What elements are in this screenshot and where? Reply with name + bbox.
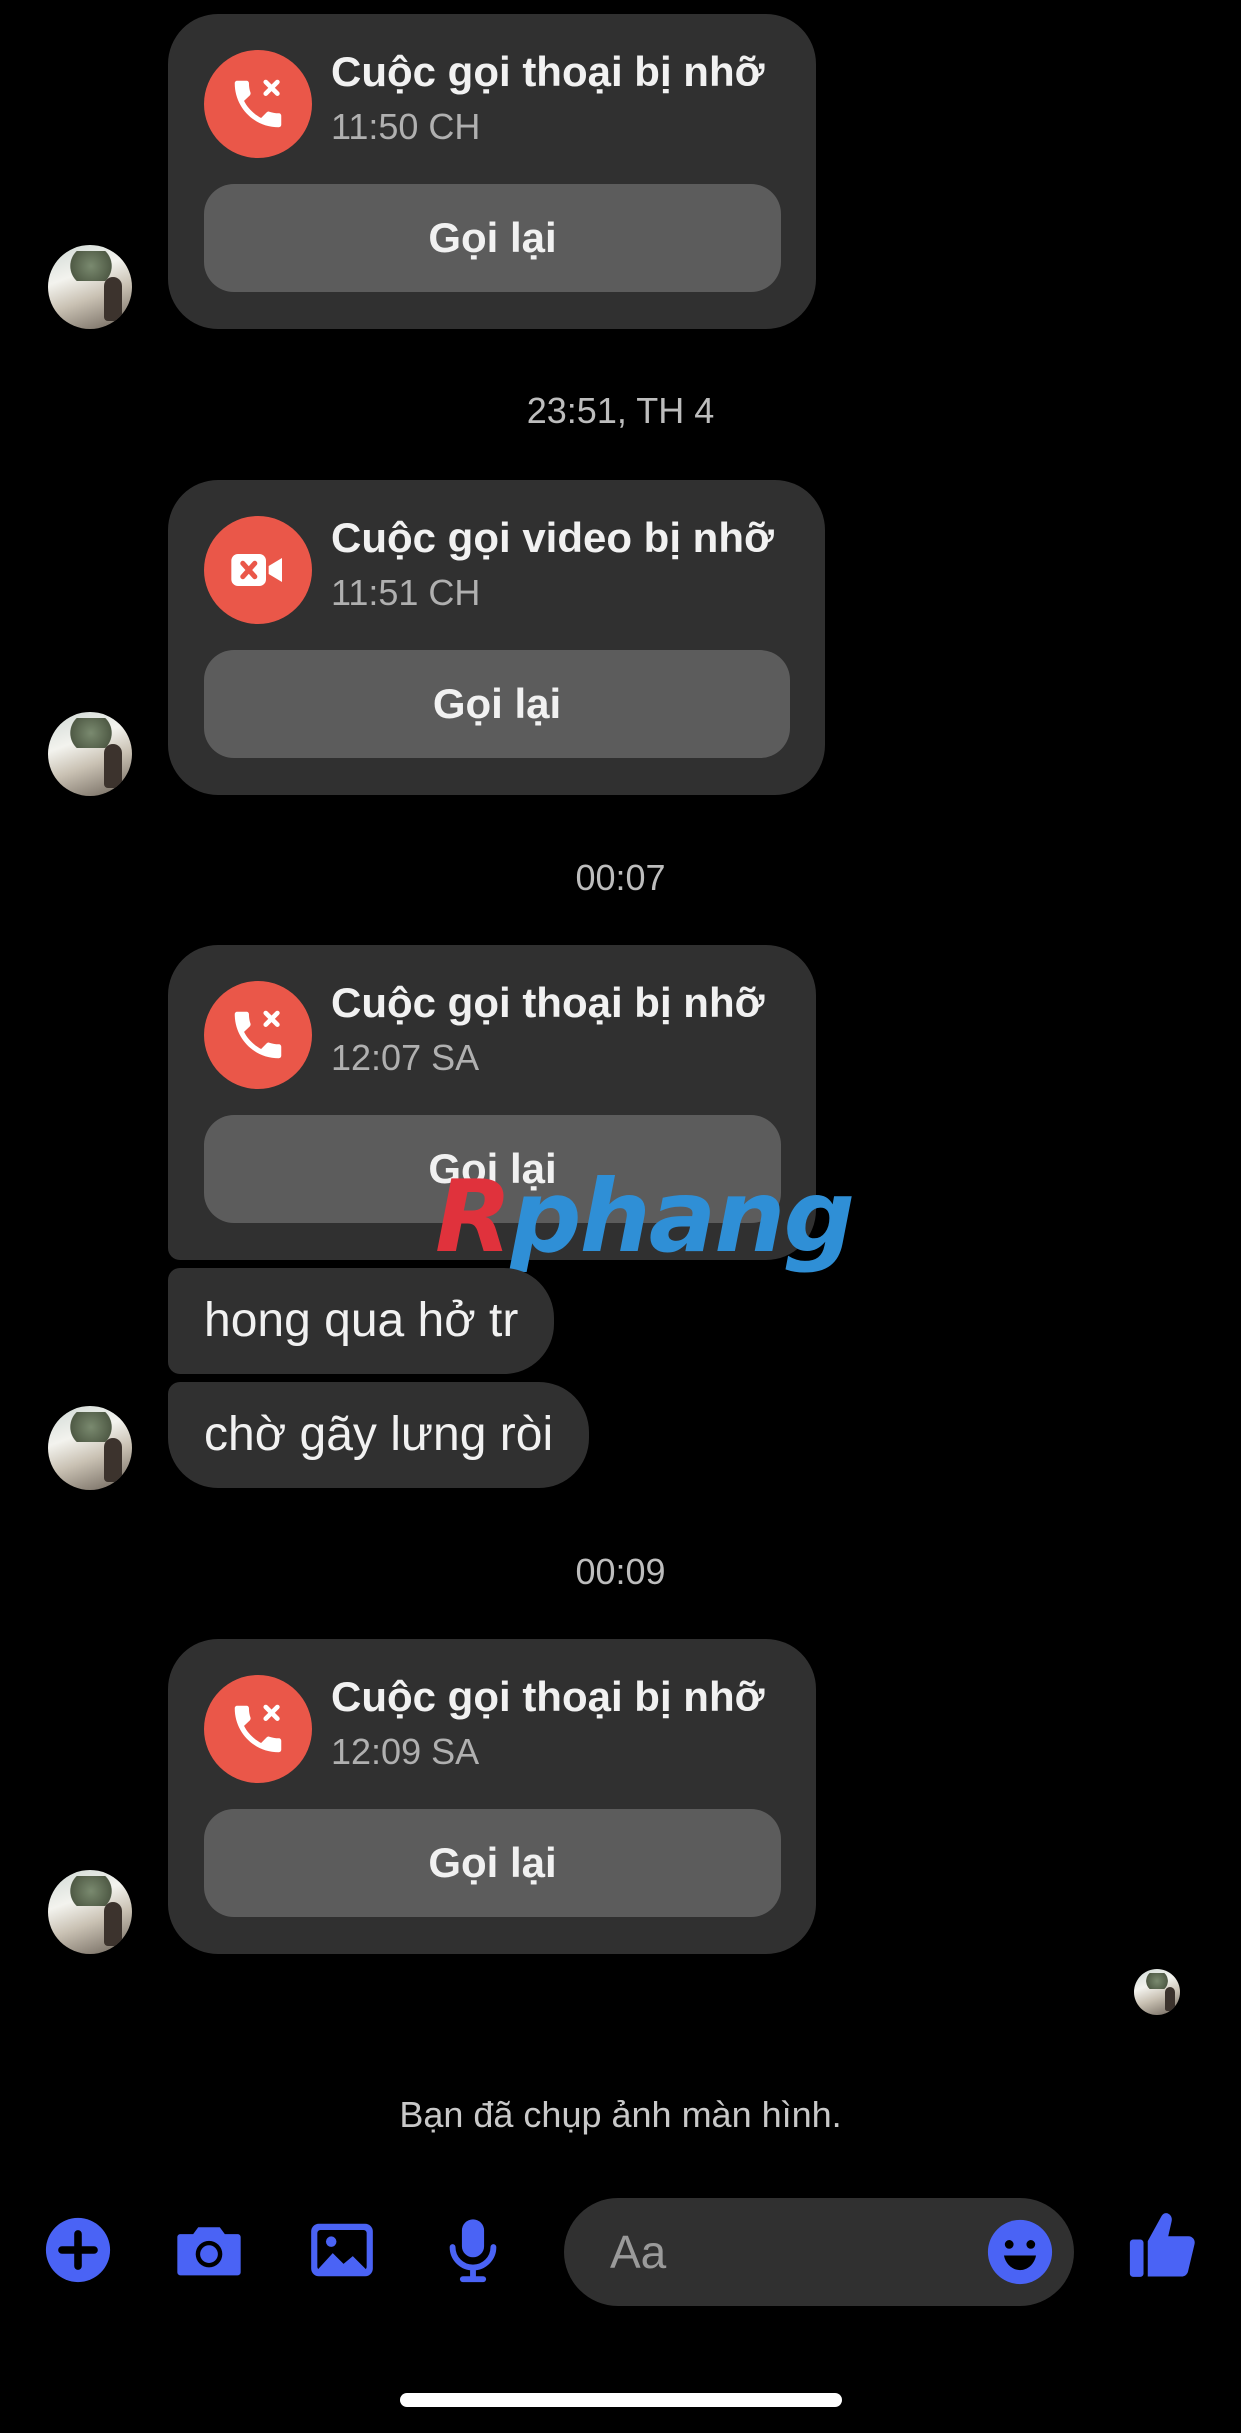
missed-video-call-card: Cuộc gọi video bị nhỡ 11:51 CH Gọi lại	[168, 480, 825, 795]
avatar[interactable]	[48, 712, 132, 796]
microphone-button[interactable]	[433, 2210, 513, 2290]
plus-button[interactable]	[38, 2210, 118, 2290]
watermark-logo: Rphang	[435, 1158, 855, 1275]
microphone-icon	[449, 2219, 497, 2283]
thumbs-up-icon	[1129, 2213, 1195, 2277]
avatar[interactable]	[48, 1406, 132, 1490]
camera-button[interactable]	[169, 2210, 249, 2290]
message-bubble[interactable]: chờ gãy lưng ròi	[168, 1382, 590, 1488]
message-bubble[interactable]: hong qua hở tr	[168, 1268, 555, 1374]
missed-video-call-icon	[204, 516, 312, 624]
call-title: Cuộc gọi thoại bị nhỡ	[331, 1673, 765, 1720]
like-button[interactable]	[1124, 2206, 1204, 2286]
missed-voice-call-icon	[204, 981, 312, 1089]
plus-icon	[45, 2217, 111, 2283]
timestamp: 00:09	[575, 1551, 666, 1592]
camera-icon	[177, 2227, 241, 2276]
image-icon	[311, 2223, 373, 2277]
timestamp: 00:07	[575, 857, 666, 898]
call-time: 11:51 CH	[331, 572, 481, 613]
missed-voice-call-icon	[204, 50, 312, 158]
avatar[interactable]	[48, 1870, 132, 1954]
call-time: 12:07 SA	[331, 1037, 480, 1078]
emoji-button[interactable]	[980, 2212, 1060, 2292]
screenshot-notice: Bạn đã chụp ảnh màn hình.	[399, 2094, 842, 2135]
timestamp: 23:51, TH 4	[526, 390, 715, 431]
call-back-button[interactable]: Gọi lại	[204, 1809, 781, 1917]
gallery-button[interactable]	[302, 2210, 382, 2290]
missed-call-card: Cuộc gọi thoại bị nhỡ 12:09 SA Gọi lại	[168, 1639, 816, 1954]
avatar[interactable]	[48, 245, 132, 329]
missed-call-card: Cuộc gọi thoại bị nhỡ 11:50 CH Gọi lại	[168, 14, 816, 329]
call-back-button[interactable]: Gọi lại	[204, 184, 781, 292]
call-title: Cuộc gọi thoại bị nhỡ	[331, 48, 765, 95]
call-back-button[interactable]: Gọi lại	[204, 650, 790, 758]
emoji-icon	[987, 2219, 1053, 2285]
home-indicator	[400, 2393, 842, 2407]
seen-receipt-avatar	[1134, 1969, 1180, 2015]
missed-voice-call-icon	[204, 1675, 312, 1783]
call-time: 12:09 SA	[331, 1731, 480, 1772]
call-time: 11:50 CH	[331, 106, 481, 147]
call-title: Cuộc gọi video bị nhỡ	[331, 514, 774, 561]
call-title: Cuộc gọi thoại bị nhỡ	[331, 979, 765, 1026]
